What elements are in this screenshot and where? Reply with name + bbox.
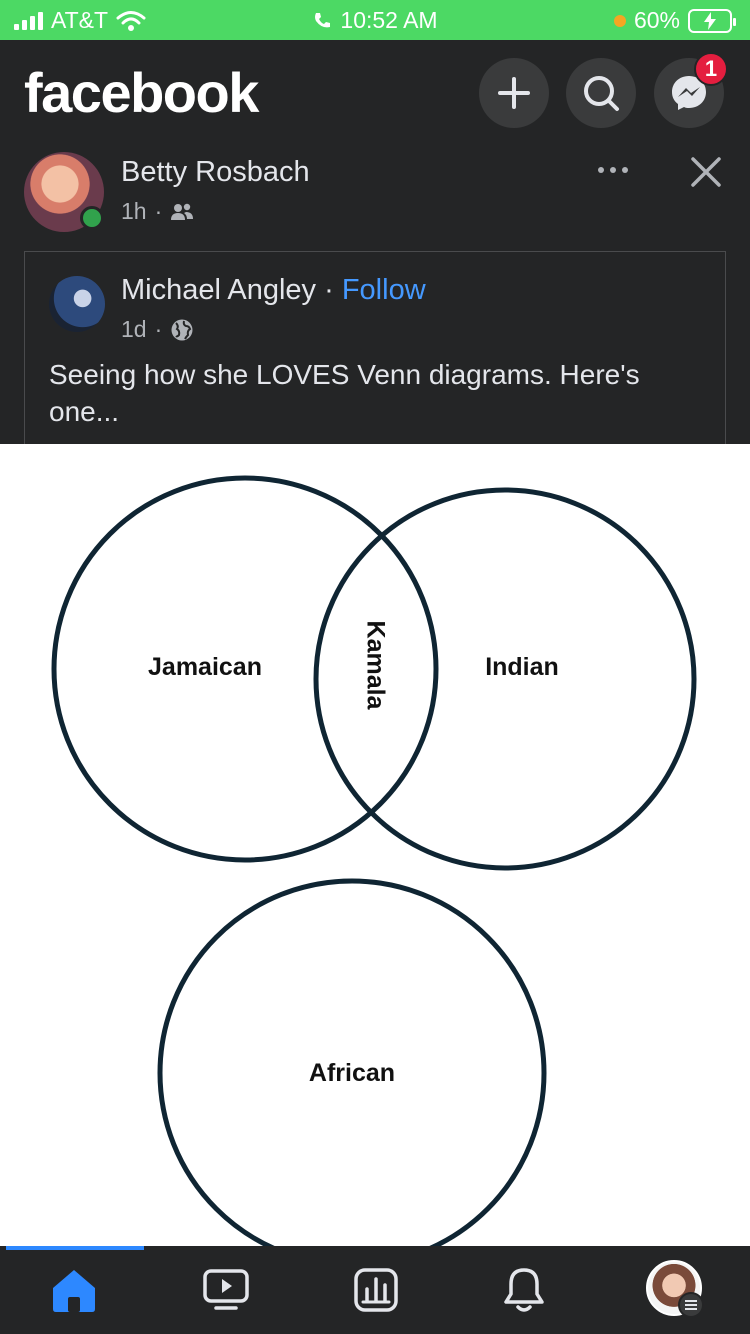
- phone-call-icon: [315, 12, 331, 27]
- shared-post-meta: 1d ·: [121, 316, 194, 343]
- active-tab-indicator: [6, 1246, 144, 1250]
- messenger-badge: 1: [694, 52, 728, 86]
- nav-video[interactable]: [200, 1264, 252, 1316]
- bottom-nav: [0, 1246, 750, 1334]
- app-header: facebook 1: [0, 40, 750, 140]
- post-image[interactable]: Jamaican Indian Kamala African: [0, 444, 750, 1246]
- time-label: 10:52 AM: [340, 7, 438, 33]
- notifications-icon: [504, 1268, 544, 1312]
- facebook-logo[interactable]: facebook: [24, 60, 259, 125]
- messenger-button[interactable]: 1: [654, 52, 728, 128]
- venn-label-kamala: Kamala: [361, 621, 389, 711]
- post-header: Betty Rosbach 1h ·: [0, 140, 750, 250]
- post-meta: 1h ·: [121, 198, 194, 225]
- post-time[interactable]: 1h: [121, 198, 147, 225]
- feeds-icon: [354, 1268, 398, 1312]
- follow-button[interactable]: Follow: [342, 274, 426, 306]
- venn-label-jamaican: Jamaican: [148, 653, 262, 681]
- close-icon[interactable]: [688, 154, 724, 190]
- search-icon: [584, 76, 619, 111]
- menu-icon[interactable]: [678, 1292, 704, 1318]
- more-options-icon[interactable]: [598, 160, 638, 180]
- nav-notifications[interactable]: [498, 1264, 550, 1316]
- friends-icon: [171, 203, 194, 220]
- meta-separator: ·: [154, 316, 163, 342]
- search-button[interactable]: [566, 58, 636, 128]
- privacy-indicator-icon: [613, 14, 626, 27]
- home-icon: [53, 1270, 95, 1312]
- nav-home[interactable]: [48, 1264, 100, 1316]
- shared-post-time[interactable]: 1d: [121, 316, 147, 343]
- post-author-name[interactable]: Betty Rosbach: [121, 156, 310, 189]
- shared-post[interactable]: Michael Angley · Follow 1d · Seeing how …: [24, 251, 726, 444]
- battery-charging-icon: [688, 8, 736, 33]
- plus-icon: [498, 77, 530, 109]
- venn-label-african: African: [309, 1059, 395, 1087]
- nav-feeds[interactable]: [350, 1264, 402, 1316]
- venn-label-indian: Indian: [485, 653, 559, 681]
- battery-percent: 60%: [633, 7, 680, 33]
- shared-author-avatar[interactable]: [49, 276, 105, 332]
- post-text: Seeing how she LOVES Venn diagrams. Here…: [49, 359, 640, 427]
- status-bar: AT&T 10:52 AM 60%: [0, 0, 750, 40]
- meta-separator: ·: [154, 198, 163, 224]
- venn-diagram: Jamaican Indian Kamala African: [51, 475, 697, 1246]
- follow-separator: ·: [324, 274, 342, 306]
- shared-author-line: Michael Angley · Follow: [121, 274, 426, 307]
- globe-icon: [171, 319, 193, 340]
- create-button[interactable]: [479, 58, 549, 128]
- video-icon: [203, 1269, 249, 1310]
- online-status-icon: [80, 206, 104, 230]
- shared-author-name[interactable]: Michael Angley: [121, 274, 316, 306]
- battery-info: 60%: [613, 7, 736, 34]
